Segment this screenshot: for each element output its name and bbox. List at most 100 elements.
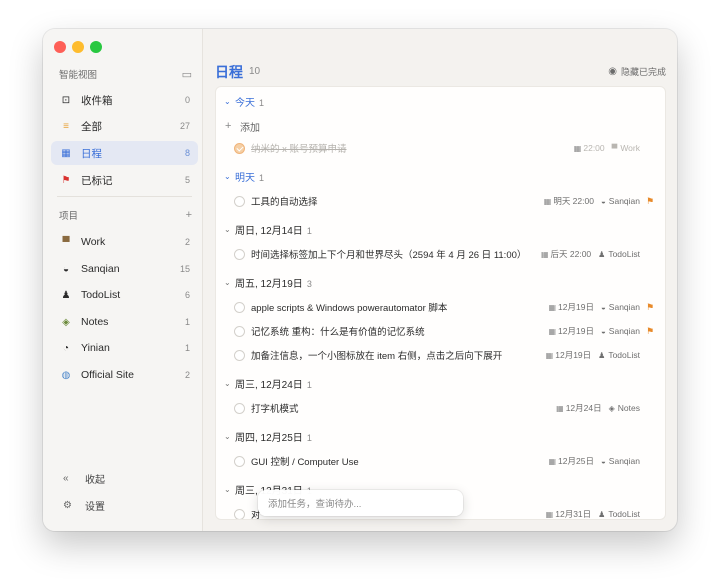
task-row[interactable]: apple scripts & Windows powerautomator 脚… (216, 296, 665, 318)
sidebar-item[interactable]: ◈ Notes 1 (51, 310, 198, 334)
calendar-icon: ▦ (548, 302, 557, 312)
sidebar-item-label: Sanqian (81, 263, 120, 275)
settings-button[interactable]: ⚙ 设置 (63, 498, 105, 513)
sidebar-item[interactable]: ▦ 日程 8 (51, 141, 198, 165)
group-header[interactable]: ⌄ 周四, 12月25日 1 (216, 425, 665, 447)
projects-header: 项目 + (59, 208, 192, 222)
sidebar-item[interactable]: ≡ 全部 27 (51, 114, 198, 138)
group-name: 周五, 12月19日 (235, 278, 303, 290)
chevron-down-icon: ⌄ (224, 224, 231, 234)
task-project: ♟ TodoList (598, 350, 640, 360)
sidebar-item[interactable]: ◒ Sanqian 15 (51, 257, 198, 281)
task-date-text: 12月19日 (558, 326, 594, 336)
sidebar-item-count: 0 (184, 95, 190, 105)
project-icon: ◒ (600, 302, 606, 312)
chevron-down-icon: ⌄ (224, 277, 231, 287)
task-row[interactable]: 时间选择标签加上下个月和世界尽头（2594 年 4 月 26 日 11:00） ▦… (216, 243, 665, 265)
task-title: 打字机模式 (251, 404, 299, 415)
quick-add-input[interactable]: 添加任务，查询待办... (258, 490, 463, 516)
group-header[interactable]: ⌄ 明天 1 (216, 165, 665, 187)
zoom-window-button[interactable] (90, 41, 102, 53)
task-checkbox[interactable] (234, 455, 245, 467)
task-checkbox[interactable] (234, 248, 245, 260)
task-title: 时间选择标签加上下个月和世界尽头（2594 年 4 月 26 日 11:00） (251, 250, 527, 261)
minimize-window-button[interactable] (72, 41, 84, 53)
collapse-icon: « (63, 473, 69, 484)
calendar-icon: ▦ (61, 147, 71, 159)
main-area: 日程 10 ◉ 隐藏已完成 ⌄ 今天 1 + 添加 纳米的 x 账号预算申请 ▦ 22:00 ▀… (203, 29, 677, 531)
task-date: ▦ 12月19日 (546, 349, 591, 361)
sidebar: 智能视图 ▭ ⊡ 收件箱 0 ≡ 全部 27 ▦ 日程 8 ⚑ 已标记 5 项目 + ▀ Work 2 ◒ S… (43, 29, 203, 531)
sidebar-divider (57, 196, 192, 197)
task-meta: ▦ 12月19日 ◒ Sanqian ⚑ (548, 301, 655, 313)
task-date-text: 12月31日 (555, 509, 592, 519)
task-checkbox[interactable] (234, 349, 245, 361)
calendar-icon: ▦ (573, 143, 582, 153)
page-title: 日程 (215, 64, 243, 80)
sidebar-item[interactable]: ⊡ 收件箱 0 (51, 88, 198, 112)
task-project-name: TodoList (608, 350, 640, 360)
chevron-down-icon: ⌄ (224, 171, 231, 181)
task-date: ▦ 后天 22:00 (541, 248, 591, 260)
sidebar-item-count: 2 (184, 370, 190, 380)
add-task-button[interactable]: + 添加 (216, 115, 665, 137)
hide-completed-button[interactable]: ◉ 隐藏已完成 (608, 65, 666, 78)
group-header[interactable]: ⌄ 周日, 12月14日 1 (216, 218, 665, 240)
task-project-name: TodoList (608, 249, 640, 259)
task-project-name: Sanqian (608, 326, 640, 336)
task-title: apple scripts & Windows powerautomator 脚… (251, 303, 448, 314)
task-row[interactable]: 纳米的 x 账号预算申请▦22:00▀Work⚑ (216, 137, 665, 159)
todolist-icon: ♟ (61, 289, 71, 301)
sidebar-item[interactable]: ◔ Yinian 1 (51, 336, 198, 360)
group-title: 明天 1 (235, 169, 264, 184)
calendar-icon: ▦ (548, 326, 557, 336)
task-project: ◒ Sanqian (601, 456, 640, 466)
flag-icon[interactable]: ⚑ (646, 196, 655, 207)
group-title: 周日, 12月14日 1 (235, 222, 312, 237)
group-name: 周日, 12月14日 (235, 225, 303, 237)
task-date-text: 后天 22:00 (550, 249, 592, 259)
task-meta: ▦ 明天 22:00 ◒ Sanqian ⚑ (544, 195, 655, 207)
flag-icon[interactable]: ⚑ (646, 302, 655, 313)
add-project-icon[interactable]: + (186, 209, 192, 221)
sidebar-item[interactable]: ♟ TodoList 6 (51, 283, 198, 307)
task-checkbox[interactable] (234, 402, 245, 414)
group-name: 周三, 12月24日 (235, 379, 303, 391)
group-header[interactable]: ⌄ 今天 1 (216, 90, 665, 112)
toggle-icon[interactable]: ▭ (182, 68, 192, 81)
task-date-text: 12月24日 (565, 403, 602, 413)
group-header[interactable]: ⌄ 周三, 12月24日 1 (216, 372, 665, 394)
task-project-name: Sanqian (608, 196, 640, 206)
group-title: 今天 1 (235, 94, 264, 109)
sidebar-item-label: 已标记 (81, 174, 113, 187)
task-project: ◒ Sanqian (601, 302, 640, 312)
sidebar-item[interactable]: ◍ Official Site 2 (51, 363, 198, 387)
task-checkbox[interactable] (234, 325, 245, 337)
sidebar-item[interactable]: ▀ Work 2 (51, 230, 198, 254)
task-date: ▦ 12月24日 (556, 402, 601, 414)
task-row[interactable]: GUI 控制 / Computer Use ▦12月25日◒Sanqian⚑ (216, 450, 665, 472)
task-checkbox[interactable] (234, 301, 245, 313)
calendar-icon: ▦ (548, 456, 557, 466)
eye-icon: ◉ (608, 66, 617, 77)
task-row[interactable]: 打字机模式▦12月24日◈Notes⚑ (216, 397, 665, 419)
task-row[interactable]: 工具的自动选择 ▦ 明天 22:00 ◒ Sanqian ⚑ (216, 190, 665, 212)
task-row[interactable]: 加备注信息，一个小图标放在 item 右侧，点击之后向下展开 ▦ 12月19日 ♟ To… (216, 344, 665, 366)
task-date-text: 12月19日 (558, 302, 594, 312)
close-window-button[interactable] (54, 41, 66, 53)
projects-label: 项目 (59, 211, 79, 222)
task-title: GUI 控制 / Computer Use (251, 457, 359, 468)
sidebar-item[interactable]: ⚑ 已标记 5 (51, 168, 198, 192)
task-date: ▦ 22:00 (574, 143, 605, 153)
project-icon: ◒ (600, 456, 606, 466)
task-checkbox[interactable] (234, 195, 245, 207)
task-row[interactable]: 记忆系统 重构：什么是有价值的记忆系统 ▦ 12月19日 ◒ Sanqian ⚑ (216, 320, 665, 342)
project-icon: ◒ (600, 326, 606, 336)
collapse-button[interactable]: « 收起 (63, 471, 105, 486)
task-meta: ▦12月25日◒Sanqian⚑ (548, 455, 655, 467)
group-header[interactable]: ⌄ 周五, 12月19日 3 (216, 271, 665, 293)
flag-icon[interactable]: ⚑ (646, 326, 655, 337)
group-title: 周五, 12月19日 3 (235, 275, 312, 290)
task-checkbox[interactable] (234, 508, 245, 519)
task-checkbox[interactable] (234, 142, 245, 154)
